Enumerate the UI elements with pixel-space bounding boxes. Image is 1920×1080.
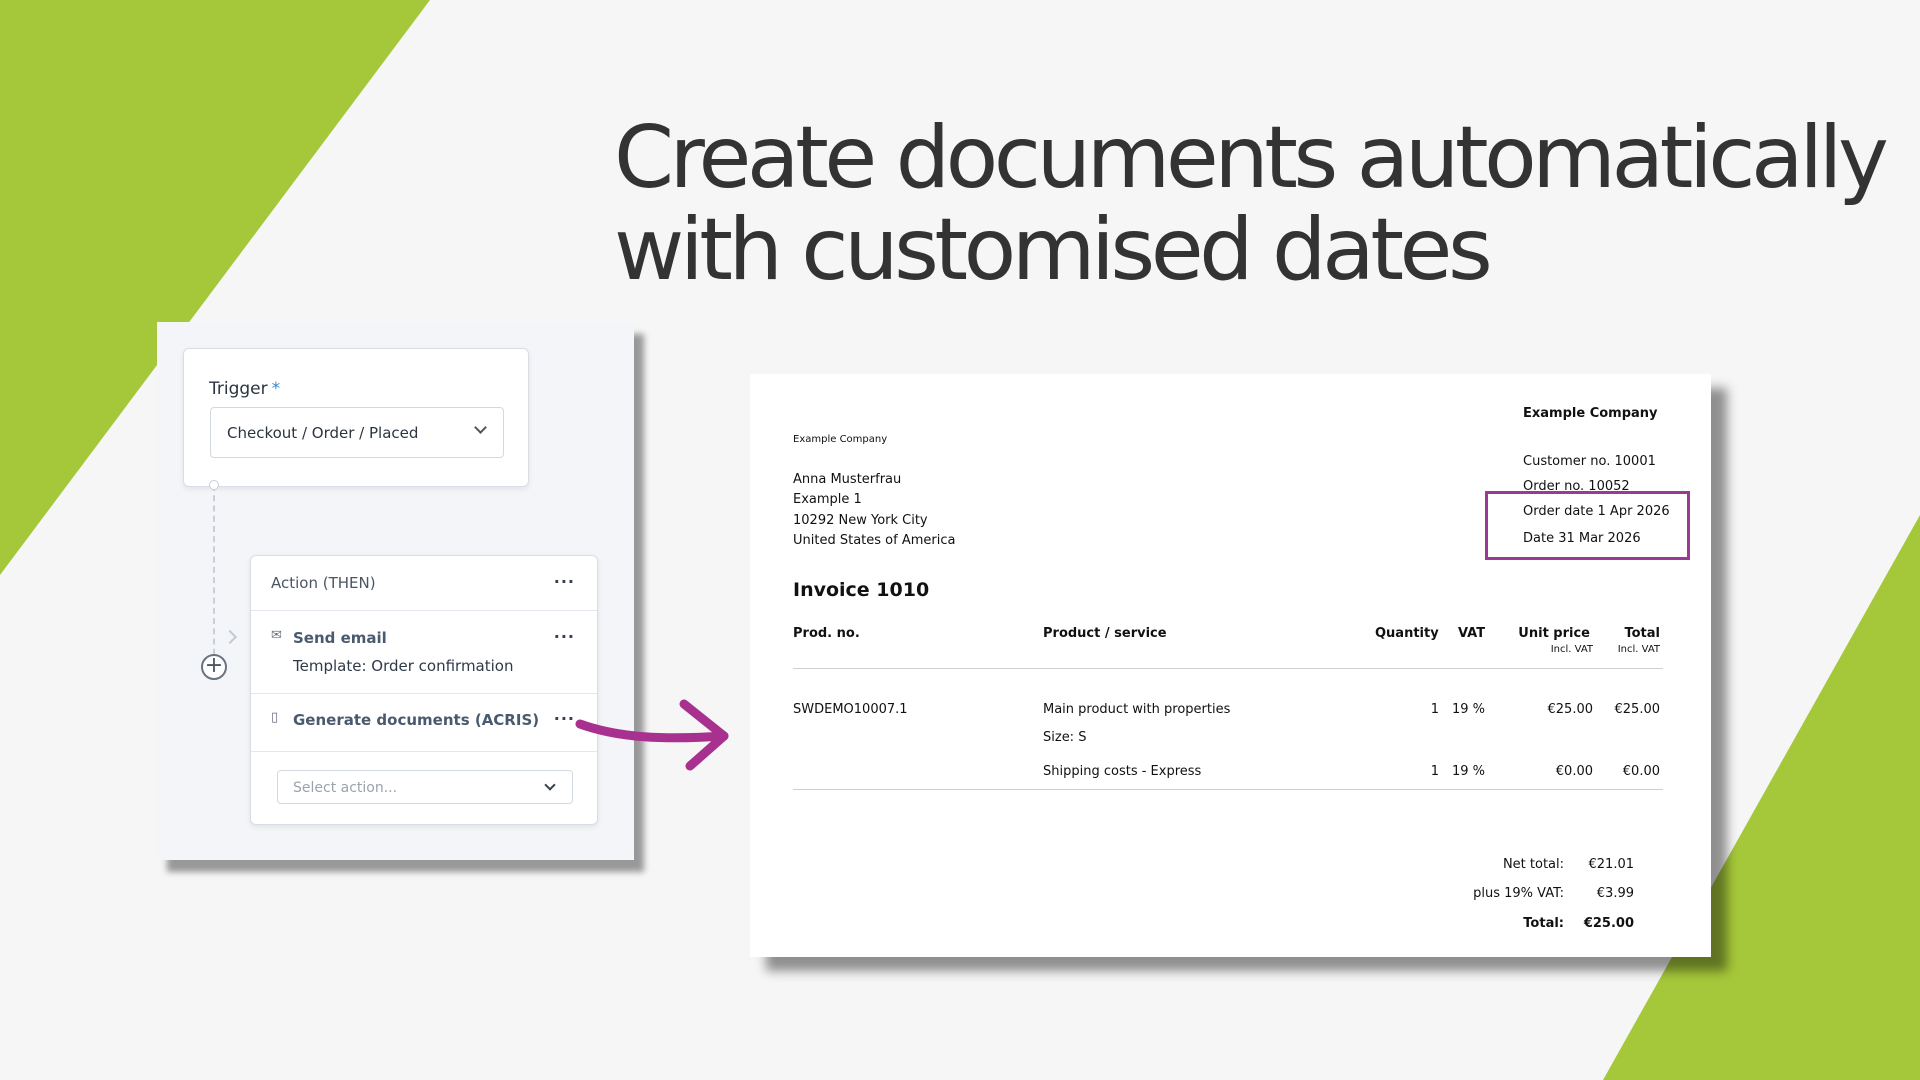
header-product: Product / service bbox=[1043, 626, 1167, 641]
recipient-name: Anna Musterfrau bbox=[793, 472, 902, 487]
row-product: Main product with properties bbox=[1043, 702, 1231, 717]
required-marker: * bbox=[271, 379, 281, 399]
net-total-value: €21.01 bbox=[1588, 857, 1635, 872]
envelope-icon: ✉ bbox=[271, 628, 282, 643]
row-product: Shipping costs - Express bbox=[1043, 764, 1202, 779]
chevron-right-icon bbox=[222, 629, 238, 645]
header-unit-price-sub: Incl. VAT bbox=[1550, 644, 1593, 655]
row-vat: 19 % bbox=[1451, 702, 1485, 717]
action-item-menu-icon[interactable]: ··· bbox=[554, 627, 575, 646]
order-date: Order date 1 Apr 2026 bbox=[1523, 504, 1670, 519]
vat-total-label: plus 19% VAT: bbox=[1473, 886, 1564, 901]
company-name: Example Company bbox=[1523, 406, 1658, 421]
date-highlight-box bbox=[1485, 491, 1690, 560]
page-headline: Create documents automatically with cust… bbox=[614, 112, 1894, 296]
grand-total-label: Total: bbox=[1523, 916, 1564, 931]
header-quantity: Quantity bbox=[1375, 626, 1439, 641]
action-card: Action (THEN) ··· ✉ Send email Template:… bbox=[250, 555, 598, 825]
recipient-street: Example 1 bbox=[793, 492, 862, 507]
header-total-sub: Incl. VAT bbox=[1617, 644, 1660, 655]
row-vat: 19 % bbox=[1451, 764, 1485, 779]
row-prod-no: SWDEMO10007.1 bbox=[793, 702, 908, 717]
action-item-label: Send email bbox=[293, 629, 387, 647]
header-unit-price: Unit price bbox=[1518, 626, 1590, 641]
headline-line-1: Create documents automatically bbox=[614, 108, 1889, 208]
trigger-select-value: Checkout / Order / Placed bbox=[227, 424, 419, 442]
row-quantity: 1 bbox=[1430, 764, 1439, 779]
document-icon: ▯ bbox=[271, 710, 279, 725]
select-action-placeholder: Select action... bbox=[293, 780, 398, 796]
action-header-menu-icon[interactable]: ··· bbox=[554, 572, 575, 591]
action-header-title: Action (THEN) bbox=[271, 574, 376, 592]
arrow-icon bbox=[575, 699, 729, 771]
trigger-card: Trigger * Checkout / Order / Placed bbox=[183, 348, 529, 487]
header-total: Total bbox=[1624, 626, 1660, 641]
workflow-panel: Trigger * Checkout / Order / Placed + Act… bbox=[157, 322, 634, 860]
customer-number: Customer no. 10001 bbox=[1523, 454, 1656, 469]
row-unit-price: €0.00 bbox=[1555, 764, 1593, 779]
trigger-label: Trigger * bbox=[209, 379, 280, 399]
net-total-label: Net total: bbox=[1502, 857, 1564, 872]
trigger-select[interactable]: Checkout / Order / Placed bbox=[210, 407, 504, 458]
row-total: €25.00 bbox=[1614, 702, 1661, 717]
row-total: €0.00 bbox=[1622, 764, 1660, 779]
add-step-button[interactable]: + bbox=[201, 654, 227, 680]
table-header-divider bbox=[793, 668, 1663, 669]
trigger-label-text: Trigger bbox=[209, 379, 268, 399]
invoice-date: Date 31 Mar 2026 bbox=[1523, 531, 1641, 546]
action-item-send-email[interactable]: ✉ Send email Template: Order confirmatio… bbox=[251, 611, 597, 694]
action-item-label: Generate documents (ACRIS) bbox=[293, 711, 540, 729]
vat-total-value: €3.99 bbox=[1596, 886, 1634, 901]
row-unit-price: €25.00 bbox=[1547, 702, 1594, 717]
chevron-down-icon bbox=[544, 779, 556, 791]
recipient-city: 10292 New York City bbox=[793, 513, 928, 528]
action-item-template: Template: Order confirmation bbox=[293, 657, 514, 675]
sender-line: Example Company bbox=[793, 434, 888, 445]
connector-handle[interactable] bbox=[209, 480, 219, 490]
action-item-menu-icon[interactable]: ··· bbox=[554, 709, 575, 728]
select-action-dropdown[interactable]: Select action... bbox=[277, 770, 573, 804]
grand-total-value: €25.00 bbox=[1583, 916, 1634, 931]
recipient-country: United States of America bbox=[793, 533, 956, 548]
action-header: Action (THEN) ··· bbox=[251, 556, 597, 611]
table-bottom-divider bbox=[793, 789, 1663, 790]
invoice-document: Example Company Example Company Anna Mus… bbox=[750, 374, 1711, 957]
header-prod-no: Prod. no. bbox=[793, 626, 860, 641]
row-product-detail: Size: S bbox=[1043, 730, 1087, 745]
invoice-title: Invoice 1010 bbox=[793, 579, 930, 601]
flow-connector-line bbox=[213, 485, 215, 665]
chevron-down-icon bbox=[474, 421, 487, 434]
row-quantity: 1 bbox=[1430, 702, 1439, 717]
action-item-generate-documents[interactable]: ▯ Generate documents (ACRIS) ··· bbox=[251, 694, 597, 752]
headline-line-2: with customised dates bbox=[614, 200, 1493, 300]
header-vat: VAT bbox=[1458, 626, 1486, 641]
